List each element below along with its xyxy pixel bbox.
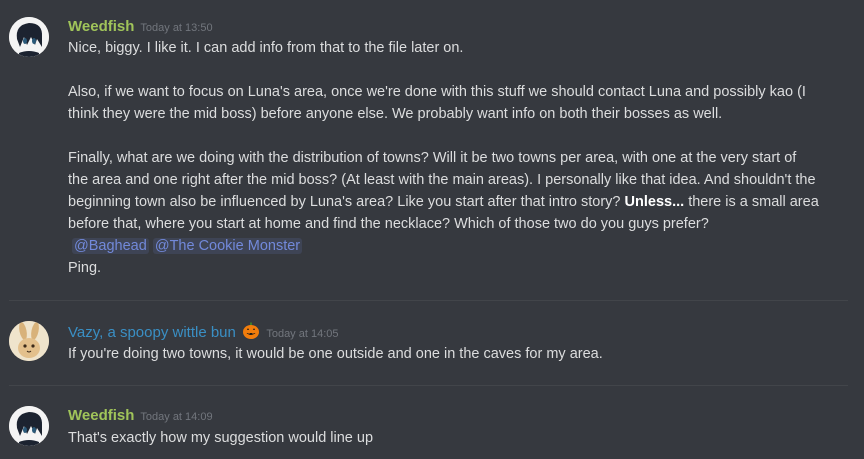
timestamp[interactable]: Today at 14:09	[140, 411, 212, 423]
message-line: Finally, what are we doing with the dist…	[68, 150, 797, 166]
mention-baghead[interactable]: @Baghead	[72, 238, 149, 254]
bold-text: Unless...	[624, 194, 685, 210]
mentions-line: @Baghead @The Cookie Monster	[68, 235, 848, 257]
weedfish-avatar-icon	[9, 406, 49, 446]
message-line: think they were the mid boss) before any…	[68, 106, 723, 122]
message-content: Nice, biggy. I like it. I can add info f…	[68, 37, 848, 279]
jack-o-lantern-icon	[242, 322, 260, 345]
bunny-avatar-icon	[9, 321, 49, 361]
message-line: That's exactly how my suggestion would l…	[68, 430, 374, 446]
avatar[interactable]	[9, 17, 49, 57]
message-group-1: Weedfish Today at 13:50 Nice, biggy. I li…	[0, 0, 864, 300]
username[interactable]: Vazy, a spoopy wittle bun	[68, 324, 236, 341]
message-group-2: Vazy, a spoopy wittle bun Today at 14:05…	[0, 300, 864, 385]
mention-cookie-monster[interactable]: @The Cookie Monster	[152, 238, 303, 254]
message-line: Ping.	[68, 260, 102, 276]
message-content: If you're doing two towns, it would be o…	[68, 343, 848, 365]
message-line: If you're doing two towns, it would be o…	[68, 346, 603, 362]
message-line: Nice, biggy. I like it. I can add info f…	[68, 40, 464, 56]
avatar[interactable]	[9, 321, 49, 361]
message-header: Weedfish Today at 14:09	[68, 407, 213, 425]
message-line: Also, if we want to focus on Luna's area…	[68, 84, 806, 100]
timestamp[interactable]: Today at 14:05	[266, 328, 338, 340]
message-header: Vazy, a spoopy wittle bun Today at 14:05	[68, 322, 339, 345]
message-text: beginning town also be influenced by Lun…	[68, 194, 625, 210]
message-group-3: Weedfish Today at 14:09 That's exactly ho…	[0, 385, 864, 459]
username[interactable]: Weedfish	[68, 407, 134, 424]
message-header: Weedfish Today at 13:50	[68, 18, 213, 36]
message-line: beginning town also be influenced by Lun…	[68, 191, 848, 213]
message-line: before that, where you start at home and…	[68, 216, 709, 232]
message-text: there is a small area	[684, 194, 819, 210]
username[interactable]: Weedfish	[68, 18, 134, 35]
message-line: the area and one right after the mid bos…	[68, 172, 816, 188]
message-content: That's exactly how my suggestion would l…	[68, 427, 848, 449]
avatar[interactable]	[9, 406, 49, 446]
timestamp[interactable]: Today at 13:50	[140, 22, 212, 34]
weedfish-avatar-icon	[9, 17, 49, 57]
